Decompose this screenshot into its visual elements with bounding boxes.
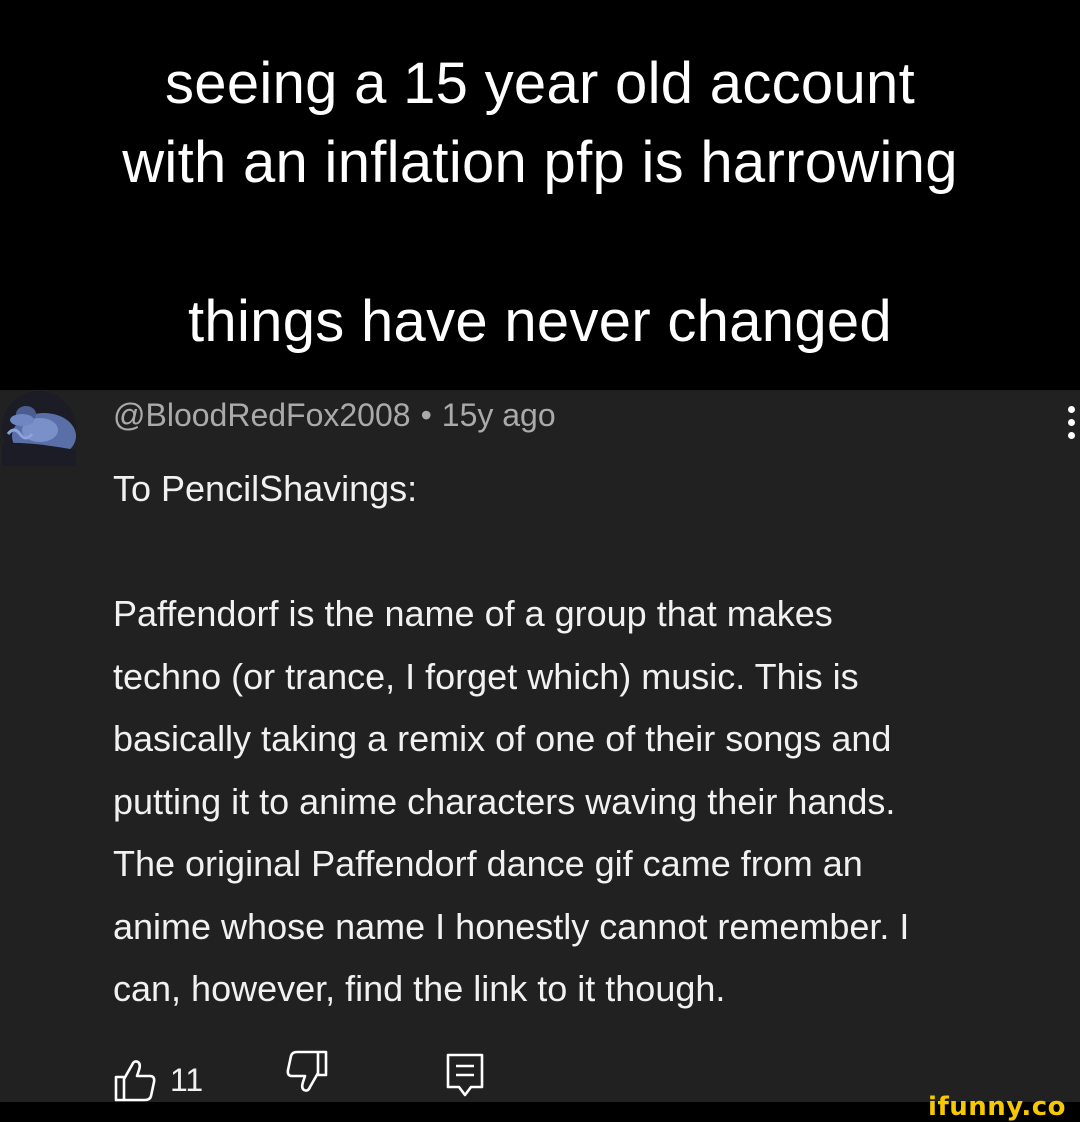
comment-line: techno (or trance, I forget which) music… [113, 655, 859, 697]
comment-line: anime whose name I honestly cannot remem… [113, 905, 910, 947]
more-vertical-icon [1068, 406, 1075, 413]
reply-icon[interactable] [445, 1052, 485, 1098]
thumbs-down-icon[interactable] [285, 1050, 329, 1094]
comment-line: The original Paffendorf dance gif came f… [113, 843, 863, 884]
meta-separator: • [420, 397, 432, 433]
comment-body: To PencilShavings: Paffendorf is the nam… [113, 458, 1058, 1021]
like-count: 11 [170, 1062, 204, 1098]
comment-line: putting it to anime characters waving th… [113, 780, 896, 822]
caption-line-2: with an inflation pfp is harrowing [122, 130, 958, 195]
comment-line: To PencilShavings: [113, 468, 418, 509]
more-options-button[interactable] [1062, 406, 1080, 446]
watermark-logo: ifunny.co [928, 1092, 1066, 1122]
avatar[interactable] [0, 390, 78, 466]
comment-username[interactable]: @BloodRedFox2008 [113, 397, 411, 433]
thumbs-up-icon[interactable] [113, 1058, 157, 1102]
comment-header: @BloodRedFox2008 • 15y ago [113, 393, 556, 437]
comment-blank-line [113, 521, 1058, 584]
bottom-bar [0, 1102, 1080, 1120]
meme-caption: seeing a 15 year old account with an inf… [0, 0, 1080, 390]
comment-line: basically taking a remix of one of their… [113, 718, 892, 759]
caption-line-3: things have never changed [187, 289, 892, 354]
comment-timestamp: 15y ago [441, 397, 556, 433]
comment-actions: 11 [0, 1040, 1080, 1102]
comment-line: Paffendorf is the name of a group that m… [113, 593, 833, 634]
comment-line: can, however, find the link to it though… [113, 968, 726, 1009]
caption-line-1: seeing a 15 year old account [164, 51, 916, 116]
